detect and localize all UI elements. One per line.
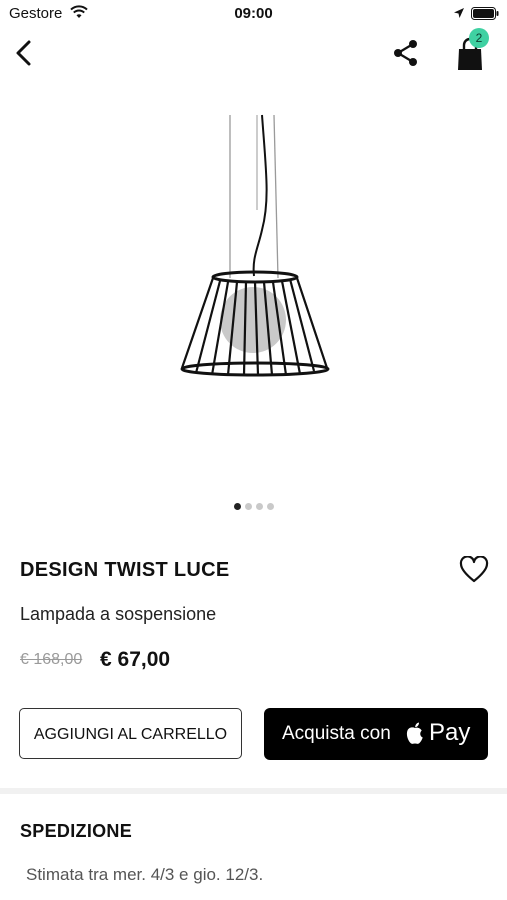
shipping-heading: SPEDIZIONE — [20, 821, 133, 841]
cart-count-badge: 2 — [469, 28, 489, 48]
product-image[interactable] — [0, 95, 507, 490]
apple-pay-label: Acquista con — [282, 723, 391, 744]
add-to-cart-button[interactable]: AGGIUNGI AL CARRELLO — [19, 708, 242, 759]
pay-word: Pay — [429, 719, 471, 746]
battery-icon — [471, 7, 499, 20]
section-divider — [0, 788, 507, 794]
gallery-page-indicator[interactable] — [0, 503, 507, 510]
share-icon[interactable] — [390, 37, 422, 69]
apple-logo-icon — [406, 722, 423, 744]
back-chevron-icon[interactable] — [10, 36, 40, 70]
shipping-estimate: Stimata tra mer. 4/3 e gio. 12/3. — [26, 865, 264, 884]
original-price: € 168,00 — [20, 651, 83, 668]
status-bar: Gestore 09:00 — [0, 0, 507, 28]
product-title: DESIGN TWIST LUCE — [20, 559, 230, 581]
page-dot[interactable] — [266, 503, 274, 510]
apple-pay-button[interactable]: Acquista con Pay — [264, 708, 488, 760]
clock: 09:00 — [234, 5, 273, 22]
pendant-lamp-illustration — [180, 114, 330, 377]
heart-icon[interactable] — [459, 556, 489, 584]
page-dot[interactable] — [233, 503, 241, 510]
page-dot[interactable] — [244, 503, 252, 510]
location-arrow-icon — [454, 8, 464, 18]
nav-bar — [0, 28, 507, 78]
page-dot[interactable] — [255, 503, 263, 510]
product-subtitle: Lampada a sospensione — [20, 604, 217, 624]
sale-price: € 67,00 — [100, 648, 171, 671]
